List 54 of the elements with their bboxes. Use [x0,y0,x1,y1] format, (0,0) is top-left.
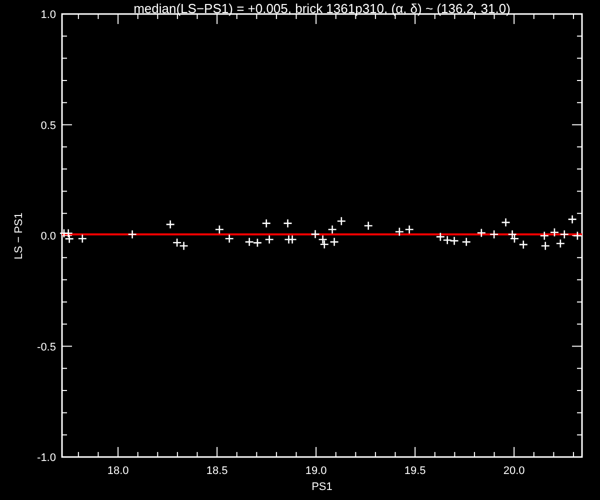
tick-label: 0.5 [40,120,56,132]
data-point [436,232,446,242]
chart-title: median(LS−PS1) = +0.005, brick 1361p310, (α, δ) ~ (136.2, 31.0) [134,1,510,16]
data-point [318,234,328,244]
data-point [476,228,486,238]
data-point [128,230,137,240]
data-point [262,218,271,228]
data-point [283,218,292,228]
tick-label: 20.0 [503,465,525,477]
data-point [510,234,520,244]
data-point [78,234,88,244]
data-point [252,238,262,248]
data-point [328,224,337,234]
tick-label: 19.5 [404,465,426,477]
tick-label: 18.5 [206,465,228,477]
data-point [501,218,510,228]
data-point [508,230,517,240]
data-point [518,240,528,250]
data-point [550,228,560,238]
data-point [310,230,320,239]
tick-label: 18.0 [107,465,129,477]
data-point [364,221,373,230]
tick-label: -0.5 [37,341,56,354]
tick-label: -1.0 [37,452,56,464]
data-point [172,238,182,248]
data-point [394,227,404,236]
data-point [450,236,459,246]
data-point [568,214,577,224]
y-axis-label: LS − PS1 [13,212,25,260]
data-point [330,237,339,247]
data-point [462,237,471,247]
data-point [404,224,414,234]
data-point [572,231,582,240]
x-axis-label: PS1 [312,481,332,493]
data-point [64,234,74,244]
data-point [320,240,330,250]
tick-label: 1.0 [40,9,56,21]
data-point [64,228,73,238]
data-point [288,234,297,244]
data-point [489,230,499,240]
data-point [540,231,550,240]
data-point [166,220,175,230]
data-point [224,234,234,244]
data-point [540,241,550,251]
data-point [179,241,188,251]
data-point [264,234,274,244]
data-point [556,238,566,248]
tick-label: 19.0 [305,465,327,477]
data-point [560,230,570,240]
data-point [336,216,346,226]
data-point [244,237,254,247]
tick-label: 0.0 [40,230,56,242]
data-point [442,236,452,245]
data-point [214,224,224,234]
